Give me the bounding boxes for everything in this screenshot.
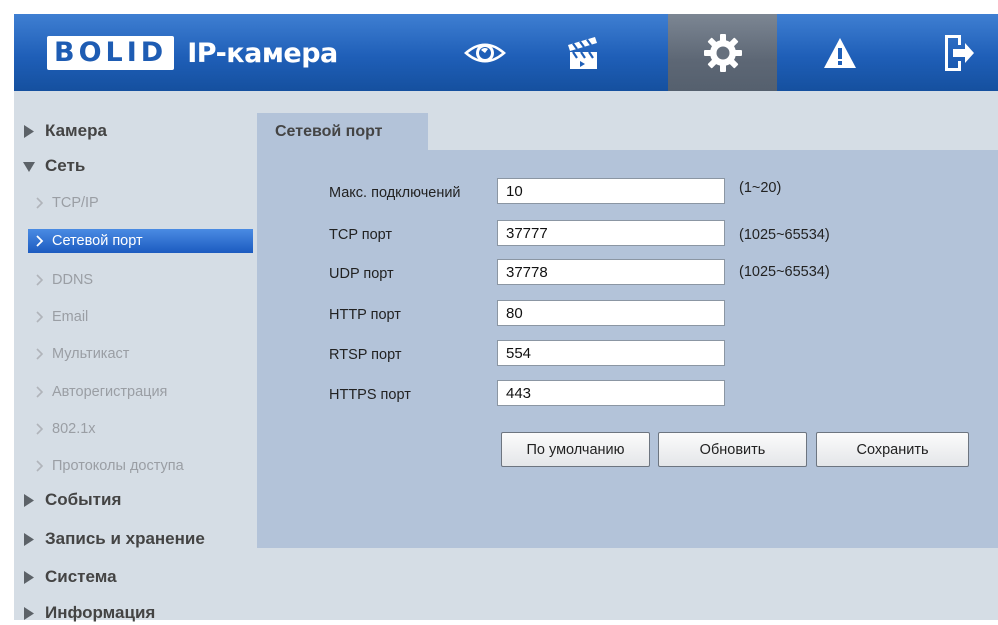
chevron-right-icon	[36, 311, 44, 323]
sidebar-item-label: Сетевой порт	[52, 233, 143, 249]
logout-icon	[945, 34, 974, 71]
chevron-right-icon	[36, 460, 44, 472]
max-connections-label: Макс. подключений	[329, 185, 461, 201]
default-button[interactable]: По умолчанию	[501, 432, 650, 467]
chevron-right-icon	[36, 235, 44, 247]
sidebar-item-ddns[interactable]: DDNS	[28, 268, 253, 292]
sidebar-section-label: Запись и хранение	[45, 529, 205, 548]
sidebar-item-network-port[interactable]: Сетевой порт	[28, 229, 253, 253]
sidebar-item-8021x[interactable]: 802.1x	[28, 417, 253, 441]
sidebar-item-label: Email	[52, 309, 89, 325]
gear-icon	[703, 33, 742, 72]
expand-right-icon	[24, 124, 34, 138]
sidebar-item-label: TCP/IP	[52, 195, 99, 211]
sidebar-item-access-protocols[interactable]: Протоколы доступа	[28, 454, 253, 478]
sidebar-item-label: Протоколы доступа	[52, 458, 184, 474]
playback-nav[interactable]	[543, 14, 623, 91]
sidebar-section-label: События	[45, 490, 122, 509]
expand-right-icon	[24, 532, 34, 546]
udp-port-label: UDP порт	[329, 266, 394, 282]
app-title: IP-камера	[187, 37, 338, 69]
sidebar-item-multicast[interactable]: Мультикаст	[28, 342, 253, 366]
expand-right-icon	[24, 606, 34, 620]
bolid-logo: BOLID	[47, 36, 175, 70]
https-port-input[interactable]	[497, 380, 725, 406]
chevron-right-icon	[36, 423, 44, 435]
tab-network-port[interactable]: Сетевой порт	[257, 113, 428, 150]
warning-icon	[824, 37, 856, 68]
sidebar-item-label: Авторегистрация	[52, 384, 168, 400]
logout-nav[interactable]	[924, 14, 994, 91]
sidebar-section-info[interactable]: Информация	[14, 601, 155, 625]
http-port-input[interactable]	[497, 300, 725, 326]
sidebar-section-system[interactable]: Система	[14, 565, 117, 589]
sidebar-item-email[interactable]: Email	[28, 305, 253, 329]
expand-right-icon	[24, 493, 34, 507]
sidebar-item-label: 802.1x	[52, 421, 96, 437]
sidebar-item-autoregistration[interactable]: Авторегистрация	[28, 380, 253, 404]
tcp-port-input[interactable]	[497, 220, 725, 246]
clapperboard-icon	[568, 36, 597, 69]
tcp-port-range: (1025~65534)	[739, 227, 830, 243]
sidebar-item-label: Мультикаст	[52, 346, 130, 362]
udp-port-range: (1025~65534)	[739, 264, 830, 280]
https-port-label: HTTPS порт	[329, 387, 411, 403]
max-connections-range: (1~20)	[739, 180, 782, 196]
sidebar-section-events[interactable]: События	[14, 488, 121, 512]
tcp-port-label: TCP порт	[329, 227, 393, 243]
sidebar-section-label: Сеть	[45, 156, 86, 175]
sidebar-section-camera[interactable]: Камера	[14, 119, 107, 143]
chevron-right-icon	[36, 197, 44, 209]
chevron-right-icon	[36, 274, 44, 286]
sidebar: Камера Сеть TCP/IP Сетевой порт DDNS Ema…	[14, 91, 257, 622]
sidebar-section-label: Камера	[45, 121, 107, 140]
live-view-nav[interactable]	[445, 14, 525, 91]
save-button[interactable]: Сохранить	[816, 432, 969, 467]
refresh-button[interactable]: Обновить	[658, 432, 807, 467]
alarm-nav[interactable]	[800, 14, 880, 91]
sidebar-section-recording[interactable]: Запись и хранение	[14, 527, 205, 551]
chevron-right-icon	[36, 386, 44, 398]
rtsp-port-label: RTSP порт	[329, 347, 402, 363]
eye-icon	[464, 43, 506, 62]
top-header: BOLID IP-камера	[14, 14, 998, 91]
udp-port-input[interactable]	[497, 259, 725, 285]
settings-nav[interactable]	[668, 14, 777, 91]
logo: BOLID IP-камера	[47, 35, 338, 71]
expanded-down-icon	[23, 161, 35, 172]
sidebar-section-label: Система	[45, 567, 117, 586]
sidebar-section-network[interactable]: Сеть	[14, 154, 85, 178]
expand-right-icon	[24, 570, 34, 584]
sidebar-item-tcpip[interactable]: TCP/IP	[28, 191, 253, 215]
max-connections-input[interactable]	[497, 178, 725, 204]
chevron-right-icon	[36, 348, 44, 360]
sidebar-section-label: Информация	[45, 603, 156, 622]
http-port-label: HTTP порт	[329, 307, 401, 323]
rtsp-port-input[interactable]	[497, 340, 725, 366]
sidebar-item-label: DDNS	[52, 272, 94, 288]
